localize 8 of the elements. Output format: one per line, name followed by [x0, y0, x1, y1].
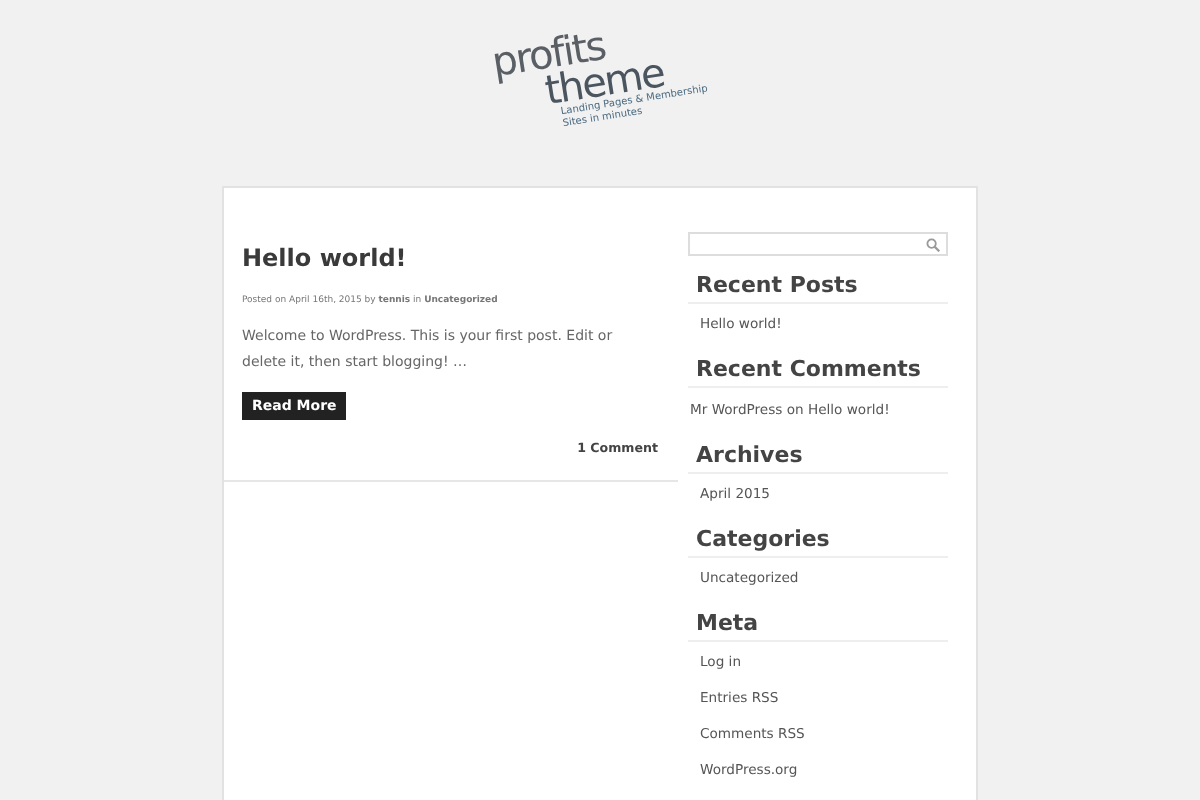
widget-title: Recent Posts	[688, 256, 948, 304]
widget-title: Categories	[688, 510, 948, 558]
search-field[interactable]	[688, 232, 948, 256]
post-title[interactable]: Hello world!	[242, 244, 407, 272]
search-icon	[926, 237, 940, 251]
widget-title: Recent Comments	[688, 340, 948, 388]
widget-title: Archives	[688, 426, 948, 474]
widget-title: Meta	[688, 594, 948, 642]
